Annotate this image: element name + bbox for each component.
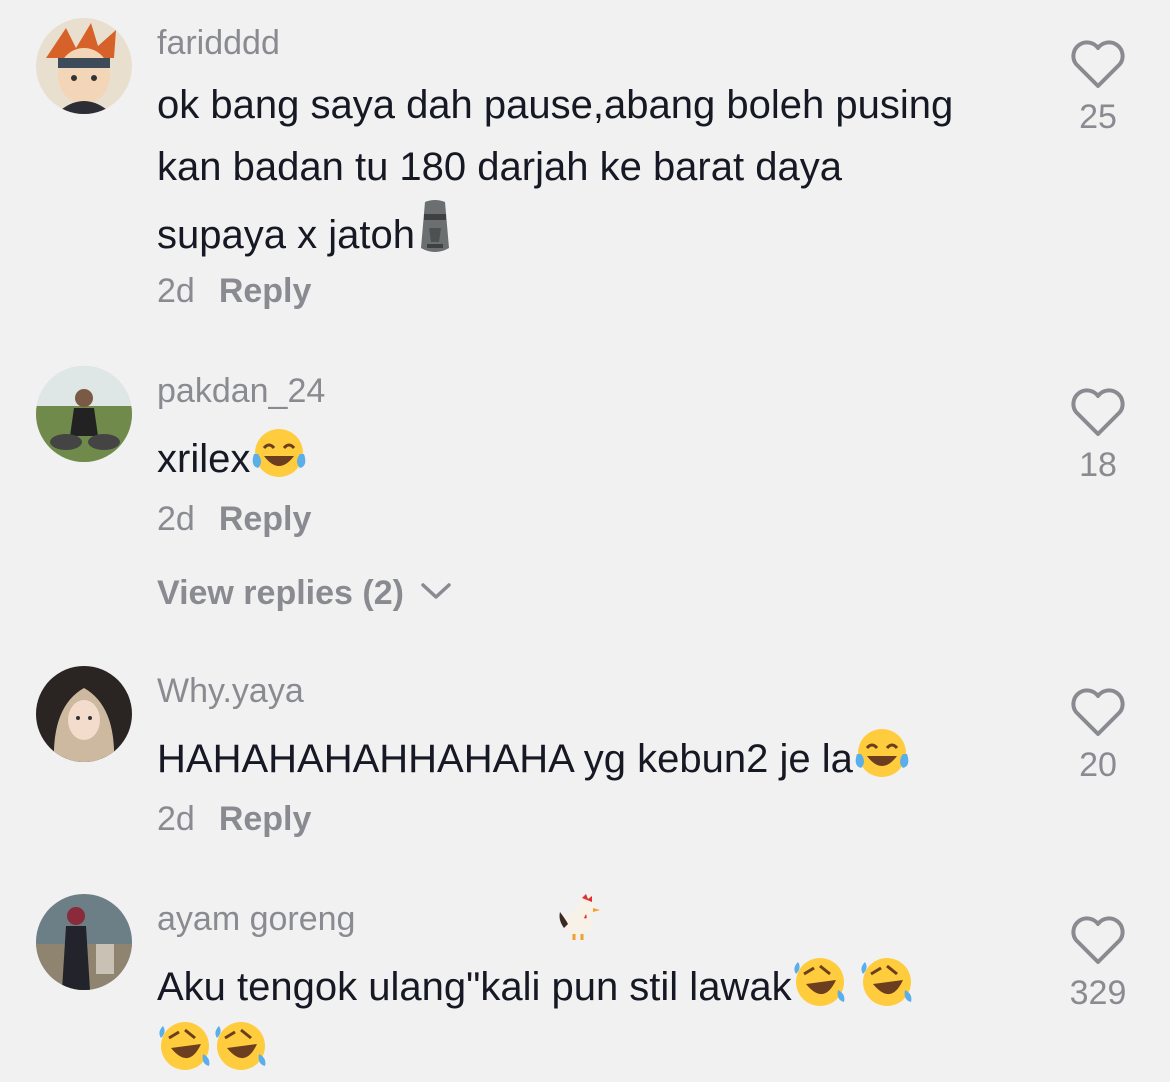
comment-meta: 2d Reply (157, 800, 311, 839)
comment-text: ok bang saya dah pause,abang boleh pusin… (157, 74, 977, 266)
avatar[interactable] (36, 894, 132, 990)
like-button[interactable]: 18 (1062, 388, 1134, 485)
chevron-down-icon (421, 583, 452, 599)
reply-button[interactable]: Reply (219, 800, 312, 838)
reply-button[interactable]: Reply (219, 272, 312, 310)
comment-text-content: HAHAHAHAHHAHAHA yg kebun2 je la (157, 737, 853, 781)
comment-text: Aku tengok ulang"kali pun stil lawak (157, 954, 977, 1082)
like-count: 25 (1079, 98, 1117, 136)
comment-text: HAHAHAHAHHAHAHA yg kebun2 je la (157, 726, 977, 790)
comment-meta: 2d Reply (157, 500, 311, 539)
comment-meta: 2d Reply (157, 272, 311, 311)
heart-icon[interactable] (1070, 688, 1126, 738)
avatar[interactable] (36, 666, 132, 762)
rooster-icon (556, 894, 602, 940)
avatar[interactable] (36, 18, 132, 114)
comment-username[interactable]: pakdan_24 (157, 372, 325, 411)
comment-text-content: xrilex (157, 437, 251, 481)
reply-button[interactable]: Reply (219, 500, 312, 538)
rofl-icon (859, 954, 915, 1008)
view-replies-label: View replies (2) (157, 574, 404, 612)
heart-icon[interactable] (1070, 40, 1126, 90)
comment-text: xrilex (157, 426, 977, 490)
comment-username[interactable]: Why.yaya (157, 672, 304, 711)
view-replies-button[interactable]: View replies (2) (157, 574, 453, 613)
moai-icon (415, 198, 455, 256)
rofl-icon (213, 1018, 269, 1072)
heart-icon[interactable] (1070, 388, 1126, 438)
comment-text-content: ok bang saya dah pause,abang boleh pusin… (157, 83, 954, 257)
comment-time: 2d (157, 272, 195, 310)
comment-username[interactable]: ayam goreng (157, 900, 355, 939)
tears-of-joy-icon (250, 426, 308, 480)
rofl-icon (157, 1018, 213, 1072)
like-count: 329 (1069, 974, 1127, 1012)
avatar[interactable] (36, 366, 132, 462)
heart-icon[interactable] (1070, 916, 1126, 966)
comment-time: 2d (157, 500, 195, 538)
like-button[interactable]: 329 (1062, 916, 1134, 1013)
like-count: 20 (1079, 746, 1117, 784)
comment-time: 2d (157, 800, 195, 838)
tears-of-joy-icon (853, 726, 911, 780)
comment-text-content: Aku tengok ulang"kali pun stil lawak (157, 965, 792, 1009)
rofl-icon (792, 954, 848, 1008)
comment-username[interactable]: faridddd (157, 24, 280, 63)
like-button[interactable]: 25 (1062, 40, 1134, 137)
like-count: 18 (1079, 446, 1117, 484)
like-button[interactable]: 20 (1062, 688, 1134, 785)
